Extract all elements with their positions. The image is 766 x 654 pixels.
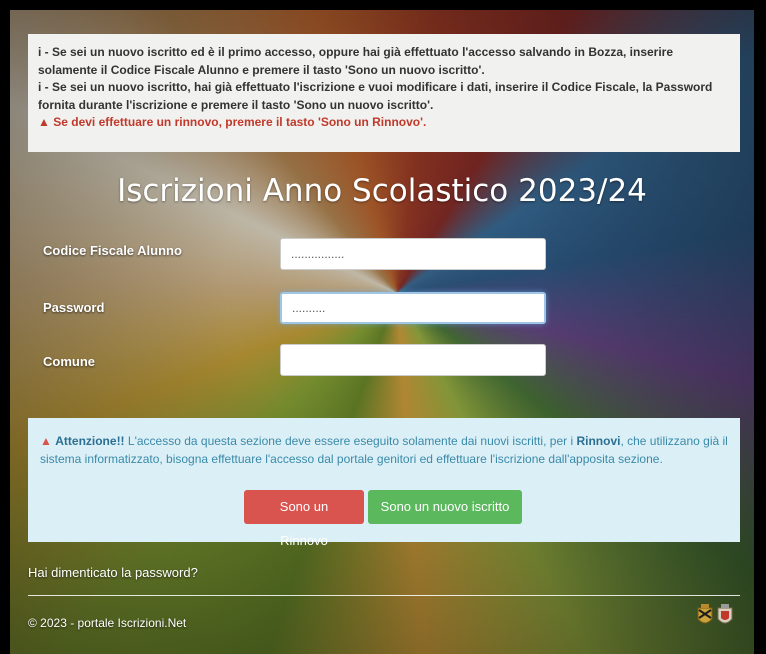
nuovo-iscritto-button[interactable]: Sono un nuovo iscritto xyxy=(368,490,522,524)
page-background: i - Se sei un nuovo iscritto ed è il pri… xyxy=(10,10,754,654)
info-warning: ▲ Se devi effettuare un rinnovo, premere… xyxy=(38,115,427,129)
password-input[interactable] xyxy=(280,292,546,324)
crest-icon xyxy=(717,604,733,624)
info-panel: i - Se sei un nuovo iscritto ed è il pri… xyxy=(28,34,740,152)
info-line-modify: i - Se sei un nuovo iscritto, hai già ef… xyxy=(38,80,713,112)
comune-label: Comune xyxy=(43,354,95,369)
page-title: Iscrizioni Anno Scolastico 2023/24 xyxy=(117,173,647,209)
warning-icon: ▲ xyxy=(38,115,50,129)
crest-icon xyxy=(697,604,713,624)
footer-divider xyxy=(28,595,740,596)
comune-select[interactable] xyxy=(280,344,546,376)
password-label: Password xyxy=(43,300,105,315)
alert-message: ▲ Attenzione!! L'accesso da questa sezio… xyxy=(40,434,728,466)
info-line-new: i - Se sei un nuovo iscritto ed è il pri… xyxy=(38,45,674,77)
warning-icon: ▲ xyxy=(40,434,52,448)
codice-fiscale-label: Codice Fiscale Alunno xyxy=(43,243,182,258)
attention-alert: ▲ Attenzione!! L'accesso da questa sezio… xyxy=(28,418,740,548)
footer-copyright: © 2023 - portale Iscrizioni.Net xyxy=(28,616,187,630)
codice-fiscale-input[interactable] xyxy=(280,238,546,270)
forgot-password-link[interactable]: Hai dimenticato la password? xyxy=(28,565,198,580)
rinnovo-button[interactable]: Sono un Rinnovo xyxy=(244,490,364,548)
